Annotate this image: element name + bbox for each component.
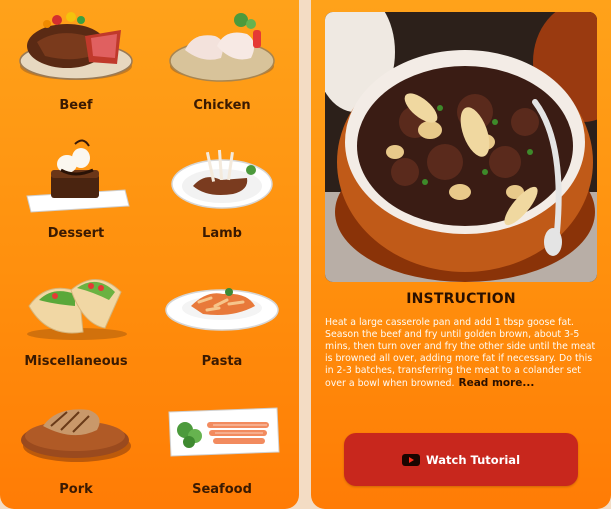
category-label: Dessert [47,226,105,241]
dessert-icon [17,134,135,216]
category-beef[interactable]: Beef [6,0,146,128]
category-miscellaneous[interactable]: Miscellaneous [6,256,146,384]
taco-icon [17,262,135,344]
recipe-detail-panel: INSTRUCTION Heat a large casserole pan a… [311,0,611,509]
youtube-icon [401,453,420,466]
category-grid: Beef Chicken Dessert Lamb Miscellaneous … [0,0,299,509]
category-lamb[interactable]: Lamb [152,128,292,256]
beef-steak-icon [17,6,135,88]
lamb-chops-icon [163,134,281,216]
category-pork[interactable]: Pork [6,384,146,509]
category-seafood[interactable]: Seafood [152,384,292,509]
instruction-text: Heat a large casserole pan and add 1 tbs… [325,317,601,391]
category-pasta[interactable]: Pasta [152,256,292,384]
category-dessert[interactable]: Dessert [6,128,146,256]
category-label: Seafood [192,482,252,497]
pork-chop-icon [17,390,135,472]
pasta-icon [163,262,281,344]
category-label: Beef [59,98,93,113]
recipe-image [325,12,597,282]
category-panel: Beef Chicken Dessert Lamb Miscellaneous … [0,0,299,509]
category-label: Chicken [193,98,251,113]
category-label: Pasta [201,354,243,369]
read-more-link[interactable]: Read more... [459,377,535,389]
category-chicken[interactable]: Chicken [152,0,292,128]
category-label: Miscellaneous [24,354,128,369]
instruction-title: INSTRUCTION [406,291,516,307]
watch-tutorial-label: Watch Tutorial [425,452,521,467]
category-label: Lamb [202,226,242,241]
chicken-icon [163,6,281,88]
category-label: Pork [59,482,93,497]
salmon-icon [163,390,281,472]
watch-tutorial-button[interactable]: Watch Tutorial [344,433,578,486]
